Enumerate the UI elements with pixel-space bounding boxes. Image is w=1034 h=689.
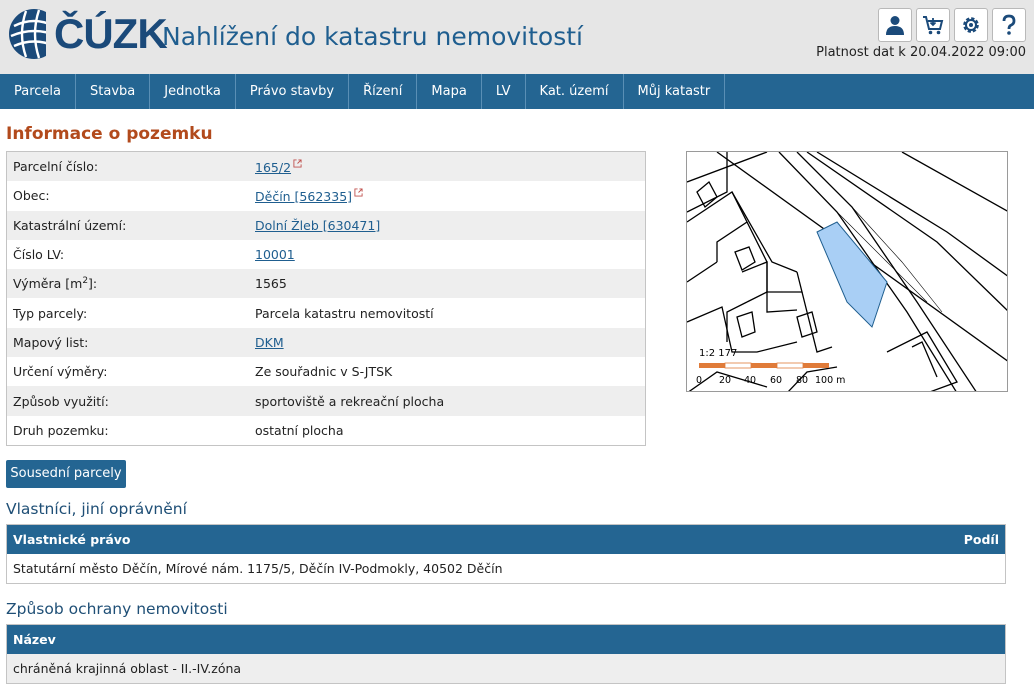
page-title: Informace o pozemku: [6, 124, 213, 144]
map-sheet-link[interactable]: DKM: [255, 335, 284, 350]
info-label: Katastrální území:: [13, 217, 127, 233]
header-toolbar: [878, 8, 1026, 42]
logo-text: ČÚZK: [54, 10, 168, 57]
map-scale-label: 1:2 177: [699, 348, 737, 359]
scale-tick: 100 m: [815, 375, 845, 386]
info-row-parcel-type: Typ parcely: Parcela katastru nemovitost…: [7, 298, 645, 328]
land-use-value: sportoviště a rekreační plocha: [255, 393, 445, 409]
protection-section-title: Způsob ochrany nemovitosti: [6, 600, 228, 618]
ownership-column-header: Vlastnické právo: [13, 532, 131, 547]
owners-table: Vlastnické právo Podíl Statutární město …: [6, 524, 1006, 584]
nav-item-jednotka[interactable]: Jednotka: [150, 74, 236, 109]
info-row-cadastral-area: Katastrální území: Dolní Žleb [630471]: [7, 210, 645, 240]
table-row: chráněná krajinná oblast - II.-IV.zóna: [7, 654, 1005, 683]
info-row-land-type: Druh pozemku: ostatní plocha: [7, 415, 645, 445]
nav-item-pravo-stavby[interactable]: Právo stavby: [236, 74, 350, 109]
cart-button[interactable]: [916, 8, 950, 42]
gear-icon: [963, 17, 979, 33]
parcel-info-table: Parcelní číslo: 165/2 Obec: Děčín [56233…: [6, 151, 646, 446]
nav-item-lv[interactable]: LV: [482, 74, 526, 109]
owners-section-title: Vlastníci, jiní oprávnění: [6, 500, 187, 518]
info-row-map-sheet: Mapový list: DKM: [7, 327, 645, 358]
scale-tick: 40: [744, 375, 756, 386]
help-button[interactable]: [992, 8, 1026, 42]
municipality-link[interactable]: Děčín [562335]: [255, 188, 363, 204]
parcel-type-value: Parcela katastru nemovitostí: [255, 305, 434, 321]
table-header: Název: [7, 625, 1005, 654]
nav-item-rizeni[interactable]: Řízení: [349, 74, 418, 109]
name-column-header: Název: [13, 632, 56, 647]
external-link-icon: [354, 188, 363, 197]
scale-tick: 0: [696, 375, 702, 386]
owner-name: Statutární město Děčín, Mírové nám. 1175…: [13, 561, 503, 576]
table-row: Statutární město Děčín, Mírové nám. 1175…: [7, 554, 1005, 583]
map-scale-bar: [699, 362, 829, 369]
scale-tick: 60: [770, 375, 782, 386]
app-title: Nahlížení do katastru nemovitostí: [162, 22, 583, 51]
info-row-lv-number: Číslo LV: 10001: [7, 239, 645, 270]
info-row-parcel-number: Parcelní číslo: 165/2: [7, 152, 645, 182]
info-row-land-use: Způsob využití: sportoviště a rekreační …: [7, 386, 645, 416]
info-label: Určení výměry:: [13, 364, 108, 380]
nav-item-muj-katastr[interactable]: Můj katastr: [624, 74, 726, 109]
info-label: Typ parcely:: [13, 305, 88, 321]
cadastral-area-link[interactable]: Dolní Žleb [630471]: [255, 218, 380, 233]
info-label: Mapový list:: [13, 334, 89, 350]
area-determination-value: Ze souřadnic v S-JTSK: [255, 364, 393, 380]
info-row-area: Výměra [m2]: 1565: [7, 269, 645, 299]
share-column-header: Podíl: [963, 532, 999, 547]
info-label: Parcelní číslo:: [13, 159, 99, 175]
parcel-number-link[interactable]: 165/2: [255, 159, 302, 175]
info-label: Druh pozemku:: [13, 422, 109, 438]
nav-item-parcela[interactable]: Parcela: [0, 74, 77, 109]
nav-item-stavba[interactable]: Stavba: [76, 74, 151, 109]
main-nav: Parcela Stavba Jednotka Právo stavby Říz…: [0, 74, 1034, 109]
scale-tick: 20: [719, 375, 731, 386]
question-mark-icon: [1002, 14, 1016, 35]
parcel-map-preview[interactable]: 1:2 177 0 20 40 60 80 100 m: [686, 151, 1008, 392]
cuzk-logo[interactable]: ČÚZK: [6, 6, 168, 62]
data-validity: Platnost dat k 20.04.2022 09:00: [816, 45, 1026, 60]
protection-table: Název chráněná krajinná oblast - II.-IV.…: [6, 624, 1006, 684]
info-row-municipality: Obec: Děčín [562335]: [7, 181, 645, 211]
land-type-value: ostatní plocha: [255, 422, 344, 438]
external-link-icon: [293, 159, 302, 168]
info-label: Způsob využití:: [13, 393, 109, 409]
protection-name: chráněná krajinná oblast - II.-IV.zóna: [13, 661, 242, 676]
settings-button[interactable]: [954, 8, 988, 42]
user-button[interactable]: [878, 8, 912, 42]
cart-icon: [923, 16, 944, 35]
area-value: 1565: [255, 276, 287, 292]
table-header: Vlastnické právo Podíl: [7, 525, 1005, 554]
lv-number-link[interactable]: 10001: [255, 247, 295, 262]
info-row-area-determination: Určení výměry: Ze souřadnic v S-JTSK: [7, 357, 645, 387]
cadastral-map: 1:2 177 0 20 40 60 80 100 m: [687, 152, 1007, 391]
neighbors-button[interactable]: Sousední parcely: [6, 460, 126, 488]
info-label: Obec:: [13, 188, 50, 204]
user-icon: [886, 16, 904, 35]
info-label: Výměra [m2]:: [13, 276, 98, 292]
page-header: ČÚZK Nahlížení do katastru nemovitostí P…: [0, 0, 1034, 74]
nav-item-mapa[interactable]: Mapa: [417, 74, 482, 109]
scale-tick: 80: [796, 375, 808, 386]
info-label: Číslo LV:: [13, 247, 65, 263]
nav-item-kat-uzemi[interactable]: Kat. území: [526, 74, 624, 109]
